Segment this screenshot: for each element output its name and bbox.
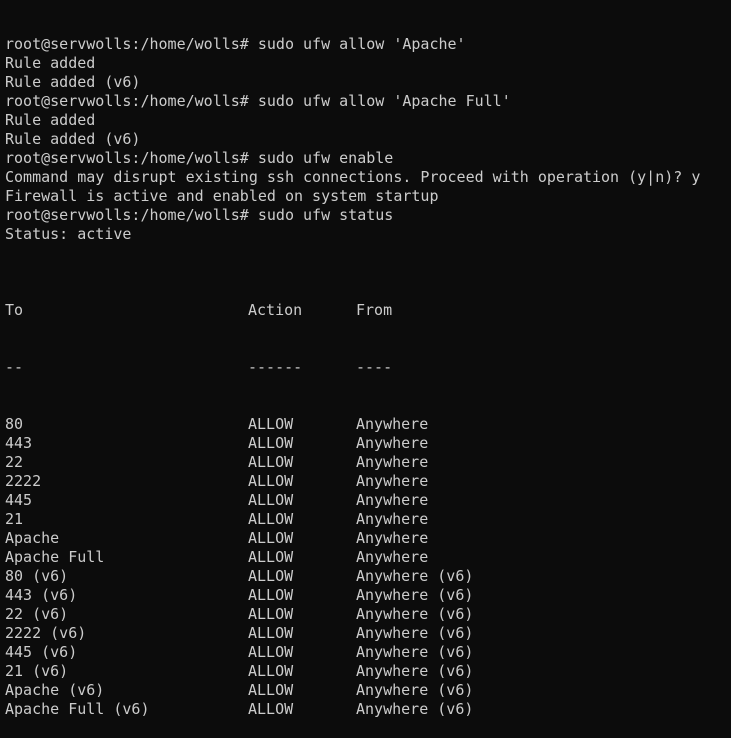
rule-to: 22 — [5, 453, 24, 471]
rule-from: Anywhere (v6) — [356, 586, 474, 604]
output-line: Rule added (v6) — [5, 73, 141, 91]
table-row: Apache Full ALLOW Anywhere — [5, 548, 731, 567]
rule-to: 22 (v6) — [5, 605, 69, 623]
rule-from: Anywhere — [356, 491, 429, 509]
rule-action: ALLOW — [248, 624, 294, 642]
terminal-window[interactable]: root@servwolls:/home/wolls# sudo ufw all… — [5, 0, 731, 718]
rule-to: Apache Full — [5, 548, 105, 566]
rule-from: Anywhere (v6) — [356, 605, 474, 623]
rule-from: Anywhere — [356, 510, 429, 528]
command-line: root@servwolls:/home/wolls# sudo ufw ena… — [5, 149, 731, 168]
rule-action: ALLOW — [248, 605, 294, 623]
shell-prompt: root@servwolls:/home/wolls# — [5, 92, 249, 110]
rule-to: 2222 — [5, 472, 42, 490]
rule-action: ALLOW — [248, 434, 294, 452]
terminal-history: root@servwolls:/home/wolls# sudo ufw all… — [5, 35, 731, 263]
rule-action: ALLOW — [248, 472, 294, 490]
table-row: 443 ALLOW Anywhere — [5, 434, 731, 453]
rule-action: ALLOW — [248, 548, 294, 566]
rule-from: Anywhere — [356, 472, 429, 490]
rule-action: ALLOW — [248, 681, 294, 699]
header-action: Action — [248, 301, 303, 319]
rule-action: ALLOW — [248, 415, 294, 433]
output-line: Command may disrupt existing ssh connect… — [5, 168, 701, 186]
rule-to: Apache — [5, 529, 60, 547]
table-row: 22 ALLOW Anywhere — [5, 453, 731, 472]
table-separator: -- ------ ---- — [5, 358, 731, 377]
rule-action: ALLOW — [248, 586, 294, 604]
command-text: sudo ufw allow 'Apache' — [257, 35, 466, 53]
rule-from: Anywhere — [356, 415, 429, 433]
table-row: 443 (v6) ALLOW Anywhere (v6) — [5, 586, 731, 605]
rule-to: 2222 (v6) — [5, 624, 87, 642]
command-line: root@servwolls:/home/wolls# sudo ufw sta… — [5, 206, 731, 225]
table-row: Apache Full (v6) ALLOW Anywhere (v6) — [5, 700, 731, 719]
table-row: Apache (v6) ALLOW Anywhere (v6) — [5, 681, 731, 700]
rule-from: Anywhere — [356, 529, 429, 547]
output-line: Rule added — [5, 111, 96, 129]
header-to: To — [5, 301, 24, 319]
rule-from: Anywhere — [356, 548, 429, 566]
rule-action: ALLOW — [248, 643, 294, 661]
rule-to: 445 — [5, 491, 33, 509]
output-line: Status: active — [5, 225, 132, 243]
separator-to: -- — [5, 358, 24, 376]
rule-to: 80 (v6) — [5, 567, 69, 585]
separator-action: ------ — [248, 358, 303, 376]
shell-prompt: root@servwolls:/home/wolls# — [5, 35, 249, 53]
table-row: 22 (v6) ALLOW Anywhere (v6) — [5, 605, 731, 624]
rule-to: 21 (v6) — [5, 662, 69, 680]
rule-from: Anywhere — [356, 453, 429, 471]
table-row: 445 (v6) ALLOW Anywhere (v6) — [5, 643, 731, 662]
table-row: 2222 ALLOW Anywhere — [5, 472, 731, 491]
separator-from: ---- — [356, 358, 393, 376]
table-header: To Action From — [5, 301, 731, 320]
rule-to: Apache Full (v6) — [5, 700, 150, 718]
rule-to: 443 (v6) — [5, 586, 78, 604]
command-line: root@servwolls:/home/wolls# sudo ufw all… — [5, 35, 731, 54]
table-row: 21 (v6) ALLOW Anywhere (v6) — [5, 662, 731, 681]
rule-from: Anywhere (v6) — [356, 643, 474, 661]
rule-action: ALLOW — [248, 510, 294, 528]
rule-from: Anywhere (v6) — [356, 700, 474, 718]
rule-from: Anywhere — [356, 434, 429, 452]
table-row: 80 ALLOW Anywhere — [5, 415, 731, 434]
table-row: 2222 (v6) ALLOW Anywhere (v6) — [5, 624, 731, 643]
command-text: sudo ufw allow 'Apache Full' — [257, 92, 511, 110]
rule-action: ALLOW — [248, 700, 294, 718]
rule-to: 443 — [5, 434, 33, 452]
rule-to: 21 — [5, 510, 24, 528]
output-line: Firewall is active and enabled on system… — [5, 187, 439, 205]
command-line: root@servwolls:/home/wolls# sudo ufw all… — [5, 92, 731, 111]
output-line: Rule added (v6) — [5, 130, 141, 148]
rule-action: ALLOW — [248, 567, 294, 585]
rule-action: ALLOW — [248, 491, 294, 509]
rule-action: ALLOW — [248, 453, 294, 471]
table-row: Apache ALLOW Anywhere — [5, 529, 731, 548]
header-from: From — [356, 301, 393, 319]
command-text: sudo ufw enable — [257, 149, 394, 167]
command-text: sudo ufw status — [257, 206, 394, 224]
shell-prompt: root@servwolls:/home/wolls# — [5, 149, 249, 167]
table-row: 80 (v6) ALLOW Anywhere (v6) — [5, 567, 731, 586]
output-line: Rule added — [5, 54, 96, 72]
shell-prompt: root@servwolls:/home/wolls# — [5, 206, 249, 224]
rule-from: Anywhere (v6) — [356, 662, 474, 680]
table-row: 21 ALLOW Anywhere — [5, 510, 731, 529]
rule-to: Apache (v6) — [5, 681, 105, 699]
table-body: 80 ALLOW Anywhere 443 ALLOW Anywhere 22 ALLOW An… — [5, 415, 731, 719]
table-row: 445 ALLOW Anywhere — [5, 491, 731, 510]
rule-to: 80 — [5, 415, 24, 433]
rule-action: ALLOW — [248, 529, 294, 547]
rule-to: 445 (v6) — [5, 643, 78, 661]
rule-action: ALLOW — [248, 662, 294, 680]
rule-from: Anywhere (v6) — [356, 624, 474, 642]
rule-from: Anywhere (v6) — [356, 567, 474, 585]
rule-from: Anywhere (v6) — [356, 681, 474, 699]
